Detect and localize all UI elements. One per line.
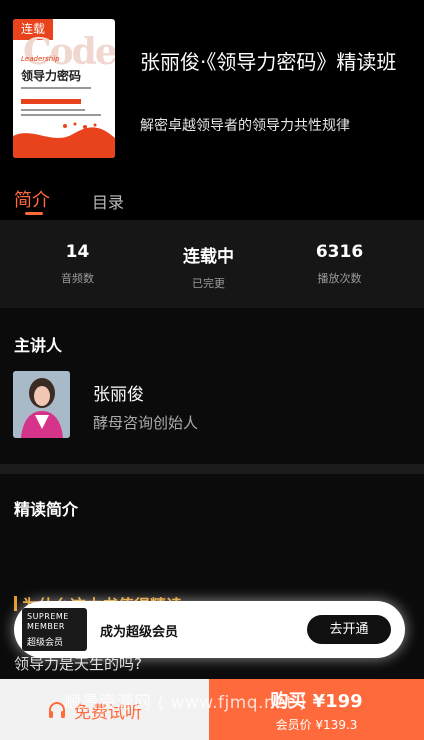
- member-badge-cn: 超级会员: [27, 638, 64, 648]
- stat-label: 音频数: [61, 272, 94, 285]
- stat-value: 6316: [315, 242, 364, 262]
- member-promo-text: 成为超级会员: [100, 625, 179, 640]
- watermark-text: 顺景资源网 ( www.fjmq.net ): [64, 693, 307, 713]
- member-badge: SUPREME MEMBER 超级会员: [22, 608, 87, 651]
- course-subtitle: 解密卓越领导者的领导力共性规律: [140, 118, 350, 134]
- heading-marker: [14, 596, 17, 611]
- course-title: 张丽俊·《领导力密码》精读班: [140, 50, 397, 74]
- cover-text-line: [21, 87, 91, 89]
- stat-value: 14: [65, 242, 90, 262]
- intro-heading: 精读简介: [14, 500, 79, 519]
- member-badge-en: SUPREME MEMBER: [27, 612, 69, 632]
- cover-ribbon: [21, 99, 81, 104]
- cover-wave-graphic: [13, 122, 115, 158]
- member-badge-line2: MEMBER: [27, 622, 65, 631]
- stat-value: 连载中: [183, 247, 234, 267]
- member-badge-line1: SUPREME: [27, 612, 69, 621]
- lecturer-heading: 主讲人: [14, 336, 63, 355]
- avatar-portrait: [13, 371, 70, 438]
- stat-update-status: 连载中 已完更: [138, 220, 279, 291]
- member-promo-popup[interactable]: SUPREME MEMBER 超级会员 成为超级会员 去开通: [14, 601, 405, 658]
- cover-text-line: [21, 114, 101, 116]
- member-price: 会员价 ¥139.3: [275, 718, 358, 732]
- stat-audio-count: 14 音频数: [7, 220, 148, 286]
- cover-text-line: [21, 109, 85, 111]
- tab-active-indicator: [25, 212, 43, 215]
- section-divider: [0, 464, 424, 474]
- stats-bar: 14 音频数 连载中 已完更 6316 播放次数: [0, 220, 424, 308]
- tab-intro[interactable]: 简介: [14, 186, 50, 212]
- stat-label: 已完更: [192, 277, 225, 290]
- tab-catalog[interactable]: 目录: [92, 189, 124, 213]
- stat-label: 播放次数: [317, 272, 362, 285]
- lecturer-name: 张丽俊: [93, 385, 144, 405]
- open-membership-button[interactable]: 去开通: [307, 615, 391, 644]
- lecturer-avatar[interactable]: [13, 371, 70, 438]
- stat-play-count: 6316 播放次数: [269, 220, 410, 286]
- cover-title: 领导力密码: [21, 69, 82, 83]
- lecturer-role: 酵母咨询创始人: [93, 414, 199, 432]
- course-cover: 连载 Code Leadership 领导力密码: [13, 19, 115, 158]
- cover-sub-word: Leadership: [21, 55, 60, 63]
